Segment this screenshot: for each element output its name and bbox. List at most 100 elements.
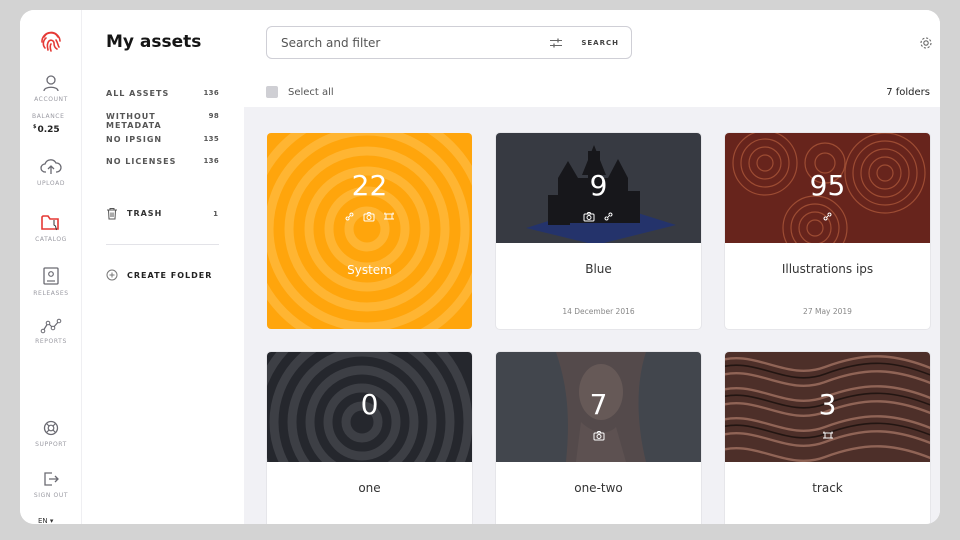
release-icon	[43, 267, 59, 285]
language-select[interactable]: EN ▾	[38, 517, 53, 524]
select-all-label: Select all	[288, 86, 334, 98]
create-folder-label: CREATE FOLDER	[127, 270, 213, 280]
camera-icon	[593, 431, 604, 441]
rail-support[interactable]: SUPPORT	[20, 419, 82, 448]
filter-count: 135	[203, 135, 219, 143]
top-bar: Search and filter SEARCH Select all 7 fo…	[244, 10, 940, 107]
rail-reports-label: REPORTS	[35, 338, 67, 345]
camera-icon	[583, 212, 595, 222]
folder-name: Blue	[585, 262, 612, 276]
filter-label: NO LICENSES	[106, 157, 177, 166]
trash-icon	[107, 208, 117, 220]
link-icon	[604, 212, 613, 221]
folder-count-value: 95	[809, 169, 846, 202]
filter-count: 136	[203, 157, 219, 165]
select-all[interactable]: Select all	[266, 86, 334, 98]
rail-upload-label: UPLOAD	[36, 180, 66, 187]
gear-icon[interactable]	[919, 36, 933, 50]
folder-thumbnail: 0	[267, 352, 472, 462]
filter-no-ipsign[interactable]: NO IPSIGN 135	[106, 135, 219, 144]
assets-nav: My assets ALL ASSETS 136 WITHOUT METADAT…	[82, 10, 244, 524]
create-folder-button[interactable]: CREATE FOLDER	[106, 269, 212, 281]
trash-item[interactable]: TRASH 1	[106, 207, 219, 220]
folder-asset-icons	[496, 430, 701, 441]
app-window: ACCOUNT BALANCE $0.25 UPLOAD CATALOG REL…	[20, 10, 940, 524]
folder-card-one-two[interactable]: 7 one-two	[496, 352, 701, 524]
icon-rail: ACCOUNT BALANCE $0.25 UPLOAD CATALOG REL…	[20, 10, 82, 524]
plus-circle-icon	[106, 269, 118, 281]
folder-name: Illustrations ips	[781, 262, 874, 276]
folder-card-one[interactable]: 0 one	[267, 352, 472, 524]
rail-reports[interactable]: REPORTS	[20, 318, 82, 345]
balance-value: $0.25	[33, 124, 60, 135]
nav-divider	[106, 244, 219, 245]
film-icon	[384, 212, 394, 220]
folder-thumbnail: 3	[725, 352, 930, 462]
main-content: Search and filter SEARCH Select all 7 fo…	[244, 10, 940, 524]
cloud-upload-icon	[40, 159, 62, 174]
folder-asset-icons	[267, 211, 472, 222]
rail-upload[interactable]: UPLOAD	[20, 158, 82, 187]
folder-thumbnail: 7	[496, 352, 701, 462]
balance-currency: $	[33, 124, 37, 130]
filter-sliders-icon[interactable]	[549, 37, 563, 49]
rail-releases[interactable]: RELEASES	[20, 266, 82, 297]
balance-label: BALANCE	[32, 113, 65, 120]
folder-icon	[41, 215, 59, 231]
rail-catalog-label: CATALOG	[35, 236, 67, 243]
folder-name: track	[812, 481, 843, 495]
filter-no-licenses[interactable]: NO LICENSES 136	[106, 157, 219, 166]
user-icon	[43, 75, 59, 92]
filter-all-assets[interactable]: ALL ASSETS 136	[106, 89, 219, 98]
folder-count-value: 3	[818, 388, 837, 421]
folder-date: 27 May 2019	[803, 307, 852, 316]
balance-amount: 0.25	[37, 125, 60, 135]
rail-releases-label: RELEASES	[33, 290, 69, 297]
film-icon	[822, 431, 833, 439]
fingerprint-pattern	[267, 133, 472, 329]
folder-count-value: 0	[360, 388, 379, 421]
filter-label: WITHOUT METADATA	[106, 112, 162, 130]
folder-card-track[interactable]: 3 track	[725, 352, 930, 524]
rail-account[interactable]: ACCOUNT	[20, 74, 82, 103]
search-bar[interactable]: Search and filter SEARCH	[266, 26, 632, 59]
filter-count: 98	[208, 112, 219, 120]
link-icon	[345, 212, 354, 221]
filter-without-metadata[interactable]: WITHOUT METADATA 98	[106, 112, 219, 130]
logo[interactable]	[20, 28, 82, 54]
folder-count: 7 folders	[886, 87, 930, 98]
folder-card-system[interactable]: 22 System	[267, 133, 472, 329]
rail-sign-out-label: SIGN OUT	[33, 492, 69, 499]
sign-out-icon	[44, 472, 59, 486]
filter-label: NO IPSIGN	[106, 135, 163, 144]
folder-name: one-two	[574, 481, 623, 495]
folder-date: 14 December 2016	[562, 307, 635, 316]
chevron-down-icon: ▾	[49, 517, 54, 524]
search-button[interactable]: SEARCH	[581, 39, 619, 47]
camera-icon	[363, 212, 375, 222]
folder-asset-icons	[496, 211, 701, 222]
folder-thumbnail: 9	[496, 133, 701, 243]
folder-name: System	[347, 263, 392, 277]
search-input[interactable]: Search and filter	[281, 36, 549, 50]
folder-name: one	[358, 481, 381, 495]
lifebuoy-icon	[43, 420, 59, 436]
folder-asset-icons	[725, 430, 930, 441]
select-all-checkbox[interactable]	[266, 86, 278, 98]
folder-count-value: 22	[351, 169, 388, 202]
filter-count: 136	[203, 89, 219, 97]
rail-catalog[interactable]: CATALOG	[20, 212, 82, 243]
folder-card-blue[interactable]: 9 Blue 14 December 2016	[496, 133, 701, 329]
trash-count: 1	[213, 209, 219, 218]
language-label: EN	[38, 517, 48, 524]
rail-sign-out[interactable]: SIGN OUT	[20, 470, 82, 499]
graph-icon	[40, 318, 62, 334]
page-title: My assets	[106, 32, 202, 52]
rail-account-label: ACCOUNT	[34, 96, 68, 103]
folder-asset-icons	[725, 211, 930, 222]
folder-card-illustrations-ips[interactable]: 95 Illustrations ips 27 May 2019	[725, 133, 930, 329]
fingerprint-logo-icon	[41, 31, 61, 52]
filter-label: ALL ASSETS	[106, 89, 170, 98]
rail-support-label: SUPPORT	[35, 441, 67, 448]
link-icon	[823, 212, 832, 221]
